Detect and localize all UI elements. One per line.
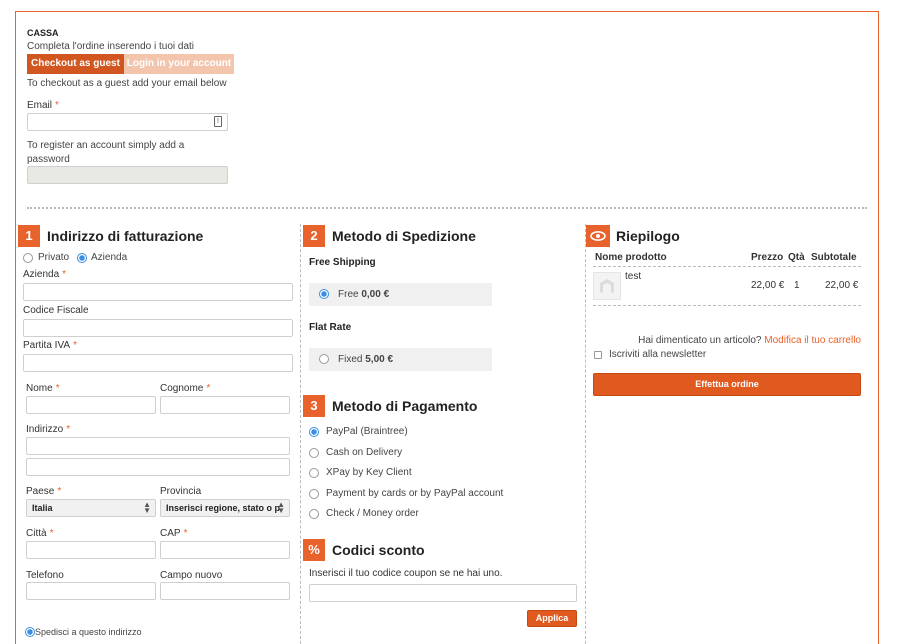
column-divider — [300, 224, 301, 644]
firstname-input[interactable] — [26, 396, 156, 414]
payment-option-radio[interactable] — [309, 468, 319, 478]
percent-icon: % — [303, 539, 325, 561]
edit-cart-link[interactable]: Modifica il tuo carrello — [764, 335, 861, 346]
country-select[interactable]: Italia ▲ ▼ — [26, 499, 156, 517]
province-label: Provincia — [160, 486, 202, 497]
contact-card-icon: ! — [214, 116, 222, 127]
payment-option-radio[interactable] — [309, 509, 319, 519]
discount-hint: Inserisci il tuo codice coupon se ne hai… — [309, 568, 503, 579]
tax-code-label: Codice Fiscale — [23, 305, 89, 316]
guest-hint: To checkout as a guest add your email be… — [27, 78, 227, 89]
country-label: Paese * — [26, 486, 62, 497]
shipping-carrier-flat: Flat Rate — [309, 322, 352, 333]
product-thumbnail — [593, 272, 621, 300]
column-divider — [585, 224, 586, 644]
tab-login-account[interactable]: Login in your account — [124, 54, 234, 74]
newsletter-checkbox[interactable] — [594, 351, 602, 359]
col-header-qty: Qtà — [788, 252, 805, 263]
phone-label: Telefono — [26, 570, 64, 581]
company-label: Azienda * — [23, 269, 67, 280]
lastname-input[interactable] — [160, 396, 290, 414]
summary-header-divider — [593, 266, 861, 267]
payment-option-label: XPay by Key Client — [326, 467, 412, 478]
tab-checkout-guest[interactable]: Checkout as guest — [27, 54, 124, 74]
payment-option-radio[interactable] — [309, 448, 319, 458]
apply-coupon-button[interactable]: Applica — [527, 610, 577, 627]
product-subtotal: 22,00 € — [825, 280, 859, 291]
summary-title: Riepilogo — [616, 228, 680, 244]
register-hint-line1: To register an account simply add a — [27, 140, 185, 151]
billing-title: Indirizzo di fatturazione — [47, 228, 204, 244]
payment-option-label: Check / Money order — [326, 508, 419, 519]
payment-option-radio[interactable] — [309, 427, 319, 437]
phone-input[interactable] — [26, 582, 156, 600]
col-header-price: Prezzo — [751, 252, 784, 263]
shipping-flat-radio[interactable] — [319, 354, 329, 364]
address-line1-input[interactable] — [26, 437, 290, 455]
discount-title: Codici sconto — [332, 542, 425, 558]
new-field-label: Campo nuovo — [160, 570, 223, 581]
address-label: Indirizzo * — [26, 424, 71, 435]
payment-option-label: Cash on Delivery — [326, 447, 403, 458]
payment-title: Metodo di Pagamento — [332, 398, 478, 414]
billing-step-number: 1 — [18, 225, 40, 247]
payment-step-number: 3 — [303, 395, 325, 417]
payment-option-radio[interactable] — [309, 489, 319, 499]
address-line2-input[interactable] — [26, 458, 290, 476]
forgot-item-text: Hai dimenticato un articolo? Modifica il… — [638, 335, 861, 346]
shipping-free-label: Free 0,00 € — [338, 289, 390, 300]
col-header-subtotal: Subtotale — [811, 252, 857, 263]
vat-input[interactable] — [23, 354, 293, 372]
section-divider — [27, 207, 867, 209]
vat-label: Partita IVA * — [23, 340, 77, 351]
new-field-input[interactable] — [160, 582, 290, 600]
email-input[interactable]: ! — [27, 113, 228, 131]
shipping-title: Metodo di Spedizione — [332, 228, 476, 244]
product-qty: 1 — [794, 280, 800, 291]
summary-row-divider — [593, 305, 861, 306]
type-private-label: Privato — [38, 252, 70, 263]
eye-icon — [586, 225, 610, 247]
zip-label: CAP * — [160, 528, 188, 539]
company-input[interactable] — [23, 283, 293, 301]
shipping-flat-label: Fixed 5,00 € — [338, 354, 394, 365]
email-label: Email * — [27, 100, 59, 111]
city-label: Città * — [26, 528, 54, 539]
shipping-option-free[interactable]: Free 0,00 € — [309, 283, 492, 306]
city-input[interactable] — [26, 541, 156, 559]
product-price: 22,00 € — [751, 280, 785, 291]
select-arrows-icon: ▲ ▼ — [143, 500, 151, 515]
lastname-label: Cognome * — [160, 383, 211, 394]
shipping-step-number: 2 — [303, 225, 325, 247]
shipping-option-flat[interactable]: Fixed 5,00 € — [309, 348, 492, 371]
payment-option-label: Payment by cards or by PayPal account — [326, 488, 504, 499]
password-input[interactable] — [27, 166, 228, 184]
select-arrows-icon: ▲ ▼ — [277, 500, 285, 515]
shipping-free-radio[interactable] — [319, 289, 329, 299]
type-company-radio[interactable] — [77, 253, 87, 263]
product-name: test — [625, 271, 642, 282]
page-subtitle: Completa l'ordine inserendo i tuoi dati — [27, 41, 195, 52]
payment-option-label: PayPal (Braintree) — [326, 426, 408, 437]
province-select[interactable]: Inserisci regione, stato o p ▲ ▼ — [160, 499, 290, 517]
coupon-input[interactable] — [309, 584, 577, 602]
type-company-label: Azienda — [91, 252, 128, 263]
page-title: CASSA — [27, 28, 59, 38]
register-hint-line2: password — [27, 154, 70, 165]
ship-here-label: Spedisci a questo indirizzo — [35, 627, 142, 637]
col-header-name: Nome prodotto — [595, 252, 667, 263]
ship-here-radio[interactable] — [25, 627, 35, 637]
zip-input[interactable] — [160, 541, 290, 559]
type-private-radio[interactable] — [23, 253, 33, 263]
shipping-carrier-free: Free Shipping — [309, 257, 376, 268]
newsletter-label: Iscriviti alla newsletter — [609, 349, 707, 360]
tax-code-input[interactable] — [23, 319, 293, 337]
firstname-label: Nome * — [26, 383, 60, 394]
place-order-button[interactable]: Effettua ordine — [593, 373, 861, 396]
